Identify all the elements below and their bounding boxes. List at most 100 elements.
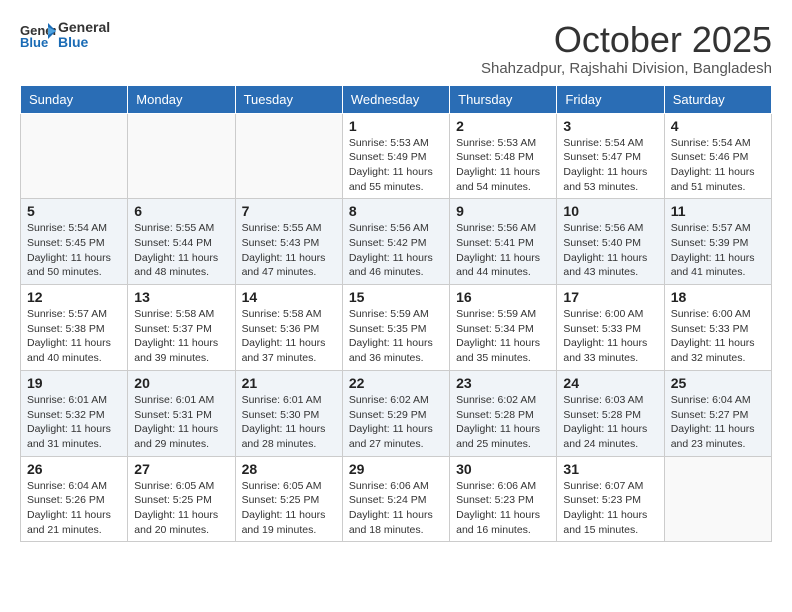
table-row: 20Sunrise: 6:01 AM Sunset: 5:31 PM Dayli… bbox=[128, 370, 235, 456]
table-row: 16 Sunrise: 5:59 AM Sunset: 5:34 PM Dayli… bbox=[450, 285, 557, 371]
table-row: 21 Sunrise: 6:01 AM Sunset: 5:30 PM Dayli… bbox=[235, 370, 342, 456]
day-number: 26 bbox=[27, 461, 121, 477]
table-row: 7 Sunrise: 5:55 AM Sunset: 5:43 PM Daylig… bbox=[235, 199, 342, 285]
table-row: 19Sunrise: 6:01 AM Sunset: 5:32 PM Dayli… bbox=[21, 370, 128, 456]
table-row bbox=[235, 113, 342, 199]
day-number: 5 bbox=[27, 203, 121, 219]
day-info: Sunrise: 5:53 AM Sunset: 5:49 PM Dayligh… bbox=[349, 136, 443, 195]
day-info: Sunrise: 6:05 AM Sunset: 5:25 PM Dayligh… bbox=[134, 479, 228, 538]
table-row: 6 Sunrise: 5:55 AM Sunset: 5:44 PM Daylig… bbox=[128, 199, 235, 285]
day-number: 3 bbox=[563, 118, 657, 134]
calendar-body: 1 Sunrise: 5:53 AM Sunset: 5:49 PM Daylig… bbox=[21, 113, 772, 542]
day-number: 17 bbox=[563, 289, 657, 305]
table-row: 18 Sunrise: 6:00 AM Sunset: 5:33 PM Dayli… bbox=[664, 285, 771, 371]
page-container: General Blue General Blue October 2025 S… bbox=[0, 0, 792, 552]
table-row bbox=[21, 113, 128, 199]
table-row bbox=[664, 456, 771, 542]
header: General Blue General Blue October 2025 S… bbox=[20, 20, 772, 77]
day-info: Sunrise: 5:56 AM Sunset: 5:41 PM Dayligh… bbox=[456, 221, 550, 280]
day-number: 14 bbox=[242, 289, 336, 305]
day-number: 13 bbox=[134, 289, 228, 305]
table-row: 29 Sunrise: 6:06 AM Sunset: 5:24 PM Dayli… bbox=[342, 456, 449, 542]
table-row: 22 Sunrise: 6:02 AM Sunset: 5:29 PM Dayli… bbox=[342, 370, 449, 456]
day-info: Sunrise: 6:04 AM Sunset: 5:26 PM Dayligh… bbox=[27, 479, 121, 538]
table-row: 8 Sunrise: 5:56 AM Sunset: 5:42 PM Daylig… bbox=[342, 199, 449, 285]
header-thursday: Thursday bbox=[450, 85, 557, 113]
logo: General Blue General Blue bbox=[20, 20, 110, 51]
table-row: 27Sunrise: 6:05 AM Sunset: 5:25 PM Dayli… bbox=[128, 456, 235, 542]
day-number: 9 bbox=[456, 203, 550, 219]
day-number: 8 bbox=[349, 203, 443, 219]
day-info: Sunrise: 6:02 AM Sunset: 5:29 PM Dayligh… bbox=[349, 393, 443, 452]
table-row: 12 Sunrise: 5:57 AM Sunset: 5:38 PM Dayli… bbox=[21, 285, 128, 371]
day-number: 30 bbox=[456, 461, 550, 477]
header-sunday: Sunday bbox=[21, 85, 128, 113]
header-friday: Friday bbox=[557, 85, 664, 113]
table-row: 31Sunrise: 6:07 AM Sunset: 5:23 PM Dayli… bbox=[557, 456, 664, 542]
day-info: Sunrise: 6:06 AM Sunset: 5:23 PM Dayligh… bbox=[456, 479, 550, 538]
table-row: 11Sunrise: 5:57 AM Sunset: 5:39 PM Dayli… bbox=[664, 199, 771, 285]
day-info: Sunrise: 6:00 AM Sunset: 5:33 PM Dayligh… bbox=[671, 307, 765, 366]
day-info: Sunrise: 5:59 AM Sunset: 5:34 PM Dayligh… bbox=[456, 307, 550, 366]
day-info: Sunrise: 5:57 AM Sunset: 5:38 PM Dayligh… bbox=[27, 307, 121, 366]
table-row: 25 Sunrise: 6:04 AM Sunset: 5:27 PM Dayli… bbox=[664, 370, 771, 456]
day-info: Sunrise: 5:54 AM Sunset: 5:47 PM Dayligh… bbox=[563, 136, 657, 195]
day-number: 25 bbox=[671, 375, 765, 391]
table-row: 14 Sunrise: 5:58 AM Sunset: 5:36 PM Dayli… bbox=[235, 285, 342, 371]
day-number: 1 bbox=[349, 118, 443, 134]
day-number: 4 bbox=[671, 118, 765, 134]
table-row: 24 Sunrise: 6:03 AM Sunset: 5:28 PM Dayli… bbox=[557, 370, 664, 456]
header-wednesday: Wednesday bbox=[342, 85, 449, 113]
location: Shahzadpur, Rajshahi Division, Banglades… bbox=[481, 60, 772, 77]
day-number: 7 bbox=[242, 203, 336, 219]
day-info: Sunrise: 5:56 AM Sunset: 5:42 PM Dayligh… bbox=[349, 221, 443, 280]
day-info: Sunrise: 5:59 AM Sunset: 5:35 PM Dayligh… bbox=[349, 307, 443, 366]
table-row bbox=[128, 113, 235, 199]
day-number: 24 bbox=[563, 375, 657, 391]
day-info: Sunrise: 6:03 AM Sunset: 5:28 PM Dayligh… bbox=[563, 393, 657, 452]
table-row: 28 Sunrise: 6:05 AM Sunset: 5:25 PM Dayli… bbox=[235, 456, 342, 542]
day-info: Sunrise: 6:00 AM Sunset: 5:33 PM Dayligh… bbox=[563, 307, 657, 366]
table-row: 26 Sunrise: 6:04 AM Sunset: 5:26 PM Dayli… bbox=[21, 456, 128, 542]
day-number: 29 bbox=[349, 461, 443, 477]
table-row: 15Sunrise: 5:59 AM Sunset: 5:35 PM Dayli… bbox=[342, 285, 449, 371]
day-info: Sunrise: 5:56 AM Sunset: 5:40 PM Dayligh… bbox=[563, 221, 657, 280]
title-block: October 2025 Shahzadpur, Rajshahi Divisi… bbox=[481, 20, 772, 77]
day-info: Sunrise: 6:01 AM Sunset: 5:31 PM Dayligh… bbox=[134, 393, 228, 452]
day-info: Sunrise: 5:55 AM Sunset: 5:44 PM Dayligh… bbox=[134, 221, 228, 280]
day-info: Sunrise: 5:58 AM Sunset: 5:36 PM Dayligh… bbox=[242, 307, 336, 366]
day-number: 21 bbox=[242, 375, 336, 391]
table-row: 10Sunrise: 5:56 AM Sunset: 5:40 PM Dayli… bbox=[557, 199, 664, 285]
day-number: 6 bbox=[134, 203, 228, 219]
day-number: 2 bbox=[456, 118, 550, 134]
day-info: Sunrise: 6:06 AM Sunset: 5:24 PM Dayligh… bbox=[349, 479, 443, 538]
day-info: Sunrise: 6:04 AM Sunset: 5:27 PM Dayligh… bbox=[671, 393, 765, 452]
header-saturday: Saturday bbox=[664, 85, 771, 113]
header-tuesday: Tuesday bbox=[235, 85, 342, 113]
day-number: 12 bbox=[27, 289, 121, 305]
day-number: 16 bbox=[456, 289, 550, 305]
logo-blue-text: Blue bbox=[58, 35, 110, 50]
month-title: October 2025 bbox=[481, 20, 772, 60]
table-row: 30 Sunrise: 6:06 AM Sunset: 5:23 PM Dayli… bbox=[450, 456, 557, 542]
table-row: 3 Sunrise: 5:54 AM Sunset: 5:47 PM Daylig… bbox=[557, 113, 664, 199]
day-number: 28 bbox=[242, 461, 336, 477]
calendar-header: Sunday Monday Tuesday Wednesday Thursday… bbox=[21, 85, 772, 113]
logo-icon: General Blue bbox=[20, 21, 56, 49]
day-info: Sunrise: 5:55 AM Sunset: 5:43 PM Dayligh… bbox=[242, 221, 336, 280]
day-number: 19 bbox=[27, 375, 121, 391]
day-info: Sunrise: 5:57 AM Sunset: 5:39 PM Dayligh… bbox=[671, 221, 765, 280]
logo-general-text: General bbox=[58, 20, 110, 35]
table-row: 17 Sunrise: 6:00 AM Sunset: 5:33 PM Dayli… bbox=[557, 285, 664, 371]
day-number: 18 bbox=[671, 289, 765, 305]
day-info: Sunrise: 6:05 AM Sunset: 5:25 PM Dayligh… bbox=[242, 479, 336, 538]
table-row: 1 Sunrise: 5:53 AM Sunset: 5:49 PM Daylig… bbox=[342, 113, 449, 199]
table-row: 23Sunrise: 6:02 AM Sunset: 5:28 PM Dayli… bbox=[450, 370, 557, 456]
header-monday: Monday bbox=[128, 85, 235, 113]
day-number: 23 bbox=[456, 375, 550, 391]
day-number: 22 bbox=[349, 375, 443, 391]
table-row: 13Sunrise: 5:58 AM Sunset: 5:37 PM Dayli… bbox=[128, 285, 235, 371]
day-info: Sunrise: 6:07 AM Sunset: 5:23 PM Dayligh… bbox=[563, 479, 657, 538]
calendar-table: Sunday Monday Tuesday Wednesday Thursday… bbox=[20, 85, 772, 543]
day-info: Sunrise: 6:01 AM Sunset: 5:30 PM Dayligh… bbox=[242, 393, 336, 452]
